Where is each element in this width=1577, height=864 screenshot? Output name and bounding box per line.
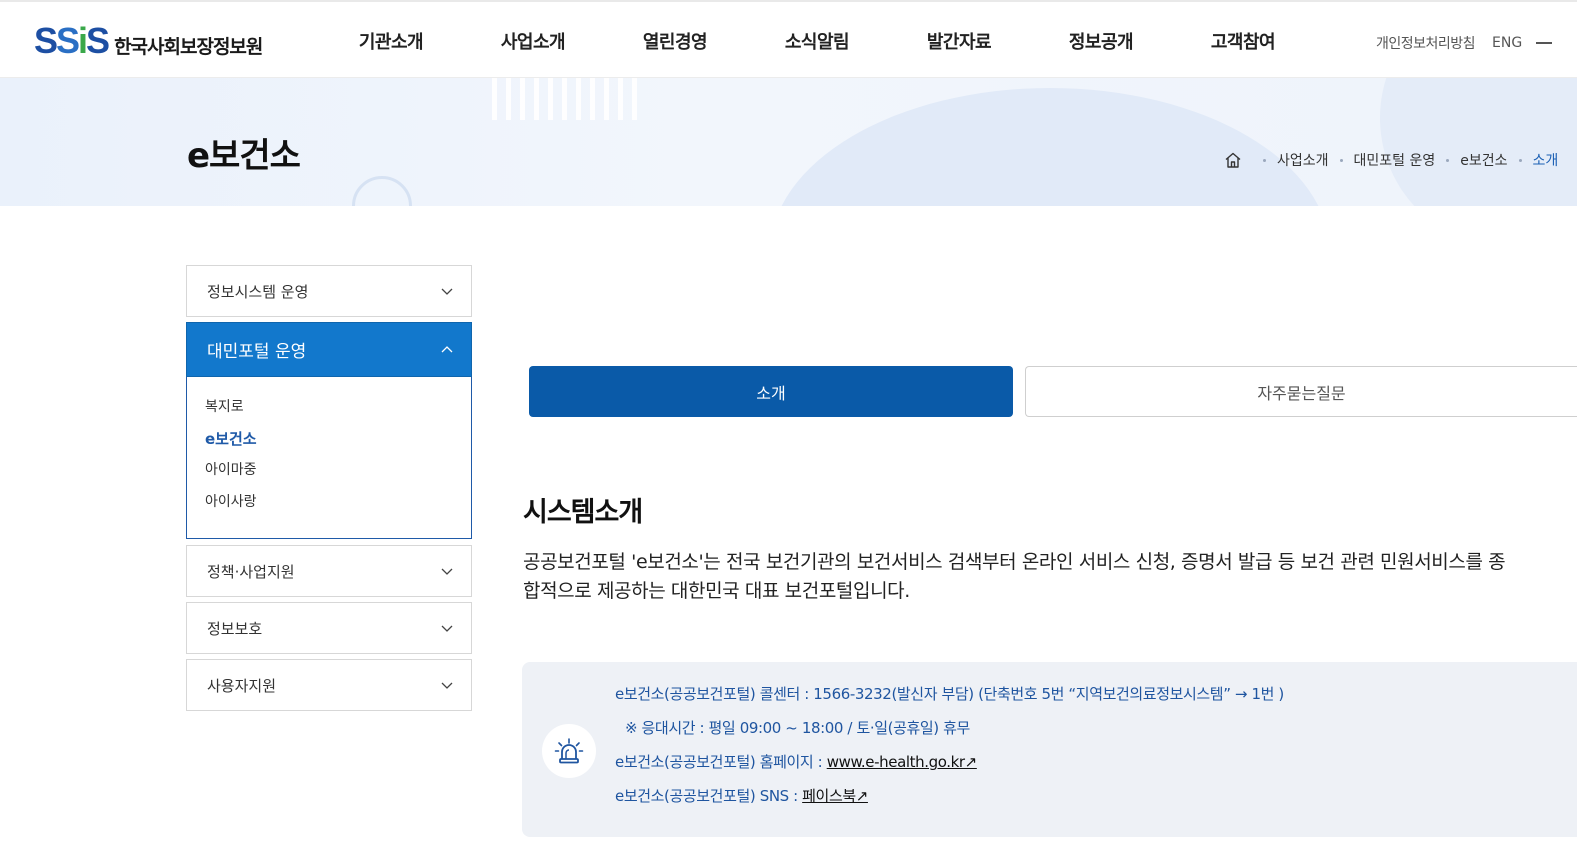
sidebar-item-public-portal[interactable]: 대민포털 운영	[186, 322, 472, 377]
tab-faq[interactable]: 자주묻는질문	[1025, 366, 1577, 417]
nav-item-about[interactable]: 기관소개	[320, 28, 462, 54]
breadcrumb: 사업소개 대민포털 운영 e보건소 소개	[1224, 150, 1558, 170]
logo-text: 한국사회보장정보원	[114, 36, 263, 58]
sidebar-item-label: 대민포털 운영	[207, 342, 307, 362]
breadcrumb-dot	[1339, 158, 1343, 162]
ssis-logo-mark: SSiS	[34, 19, 110, 61]
breadcrumb-item-current[interactable]: 소개	[1533, 150, 1559, 170]
chevron-down-icon	[441, 682, 453, 689]
submenu-item-ebogeonso[interactable]: e보건소	[205, 428, 453, 460]
nav-item-business[interactable]: 사업소개	[462, 28, 604, 54]
section-description: 공공보건포털 'e보건소'는 전국 보건기관의 보건서비스 검색부터 온라인 서…	[523, 551, 1506, 602]
nav-item-publications[interactable]: 발간자료	[888, 28, 1030, 54]
chevron-down-icon	[441, 568, 453, 575]
submenu-item-aisarang[interactable]: 아이사랑	[205, 491, 453, 523]
sidebar-item-label: 정보보호	[207, 619, 263, 638]
english-link[interactable]: ENG	[1492, 35, 1522, 51]
chevron-down-icon	[441, 288, 453, 295]
facebook-link[interactable]: 페이스북↗	[802, 787, 868, 805]
breadcrumb-item[interactable]: 사업소개	[1277, 150, 1329, 170]
sidebar-item-label: 정책·사업지원	[207, 562, 295, 581]
sidebar-submenu: 복지로 e보건소 아이마중 아이사랑	[186, 377, 472, 539]
page-title: e보건소	[187, 136, 301, 176]
breadcrumb-item[interactable]: e보건소	[1460, 150, 1507, 170]
sns-row: e보건소(공공보건포털) SNS : 페이스북↗	[615, 784, 1284, 818]
chevron-up-icon	[441, 346, 453, 353]
chevron-down-icon	[441, 625, 453, 632]
sns-label: e보건소(공공보건포털) SNS :	[615, 787, 803, 805]
site-header: SSiS 한국사회보장정보원 기관소개 사업소개 열린경영 소식알림 발간자료 …	[0, 0, 1577, 78]
sidebar-item-label: 정보시스템 운영	[207, 282, 309, 301]
sidebar: 정보시스템 운영 대민포털 운영 복지로 e보건소 아이마중 아이사랑 정책·사…	[186, 265, 472, 716]
banner-decoration	[1380, 78, 1577, 206]
submenu-item-bokjiro[interactable]: 복지로	[205, 396, 453, 428]
section-title: 시스템소개	[523, 497, 643, 528]
nav-item-management[interactable]: 열린경영	[604, 28, 746, 54]
nav-item-news[interactable]: 소식알림	[746, 28, 888, 54]
sidebar-item-user-support[interactable]: 사용자지원	[186, 659, 472, 711]
breadcrumb-dot	[1263, 158, 1266, 162]
homepage-label: e보건소(공공보건포털) 홈페이지 :	[615, 753, 827, 771]
call-center-text: e보건소(공공보건포털) 콜센터 : 1566-3232(발신자 부담) (단축…	[615, 685, 1284, 703]
sidebar-item-info-system[interactable]: 정보시스템 운영	[186, 265, 472, 317]
site-logo[interactable]: SSiS 한국사회보장정보원	[34, 19, 263, 61]
nav-item-disclosure[interactable]: 정보공개	[1030, 28, 1172, 54]
homepage-row: e보건소(공공보건포털) 홈페이지 : www.e-health.go.kr↗	[615, 750, 1284, 784]
sidebar-item-security[interactable]: 정보보호	[186, 602, 472, 654]
sidebar-item-label: 사용자지원	[207, 676, 277, 695]
sidebar-item-policy-support[interactable]: 정책·사업지원	[186, 545, 472, 597]
utility-menu: 개인정보처리방침 ENG	[1376, 33, 1553, 53]
contact-info-lines: e보건소(공공보건포털) 콜센터 : 1566-3232(발신자 부담) (단축…	[615, 682, 1284, 818]
contact-info-box: e보건소(공공보건포털) 콜센터 : 1566-3232(발신자 부담) (단축…	[522, 662, 1577, 837]
breadcrumb-item[interactable]: 대민포털 운영	[1354, 150, 1436, 170]
breadcrumb-dot	[1518, 158, 1522, 162]
privacy-policy-link[interactable]: 개인정보처리방침	[1376, 33, 1476, 53]
banner-decoration	[492, 78, 642, 120]
banner-decoration	[352, 176, 412, 206]
banner-decoration	[770, 88, 1330, 206]
breadcrumb-dot	[1446, 158, 1450, 162]
tab-intro[interactable]: 소개	[529, 366, 1013, 417]
nav-item-customer[interactable]: 고객참여	[1172, 28, 1314, 54]
home-icon[interactable]	[1224, 151, 1242, 169]
main-nav: 기관소개 사업소개 열린경영 소식알림 발간자료 정보공개 고객참여	[320, 28, 1314, 54]
hours-text: ※ 응대시간 : 평일 09:00 ~ 18:00 / 토·일(공휴일) 휴무	[625, 719, 970, 737]
submenu-item-aimajung[interactable]: 아이마중	[205, 459, 453, 491]
page-banner: e보건소 사업소개 대민포털 운영 e보건소 소개	[0, 78, 1577, 206]
menu-icon[interactable]	[1536, 42, 1553, 44]
homepage-link[interactable]: www.e-health.go.kr↗	[827, 753, 978, 771]
siren-icon	[542, 724, 596, 778]
